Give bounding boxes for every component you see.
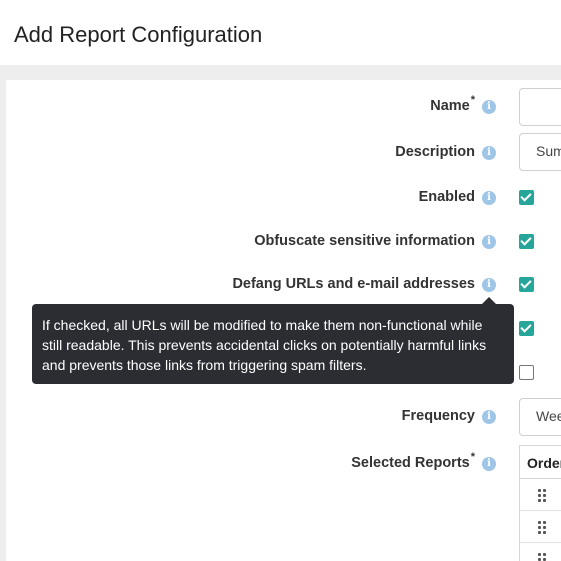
drag-handle-icon[interactable] — [538, 489, 548, 502]
description-input[interactable]: Sum — [519, 133, 561, 171]
frequency-select[interactable]: Wee — [519, 398, 561, 436]
page-header: Add Report Configuration — [0, 0, 561, 66]
name-label: Name* — [430, 94, 475, 114]
info-icon[interactable]: i — [482, 235, 496, 249]
frequency-label: Frequency — [401, 408, 475, 424]
obfuscate-label: Obfuscate sensitive information — [254, 233, 475, 249]
selected-reports-label: Selected Reports* — [351, 451, 475, 471]
table-row — [520, 511, 561, 543]
obfuscate-checkbox[interactable] — [519, 234, 534, 249]
order-column-header[interactable]: Order — [520, 446, 561, 479]
info-icon[interactable]: i — [482, 146, 496, 160]
option-checkbox[interactable] — [519, 365, 534, 380]
name-input[interactable] — [519, 88, 561, 126]
defang-label: Defang URLs and e-mail addresses — [232, 276, 475, 292]
info-icon[interactable]: i — [482, 278, 496, 292]
header-divider — [0, 66, 561, 80]
description-label: Description — [395, 144, 475, 160]
info-icon[interactable]: i — [482, 457, 496, 471]
table-row — [520, 543, 561, 561]
info-icon[interactable]: i — [482, 191, 496, 205]
option-checkbox[interactable] — [519, 321, 534, 336]
enabled-checkbox[interactable] — [519, 190, 534, 205]
info-icon[interactable]: i — [482, 100, 496, 114]
tooltip-arrow — [482, 297, 496, 304]
enabled-label: Enabled — [418, 189, 475, 205]
defang-checkbox[interactable] — [519, 277, 534, 292]
selected-reports-table: Order — [519, 445, 561, 561]
defang-tooltip: If checked, all URLs will be modified to… — [32, 304, 514, 384]
page-title: Add Report Configuration — [14, 22, 263, 47]
info-icon[interactable]: i — [482, 410, 496, 424]
drag-handle-icon[interactable] — [538, 553, 548, 561]
table-row — [520, 479, 561, 511]
drag-handle-icon[interactable] — [538, 521, 548, 534]
